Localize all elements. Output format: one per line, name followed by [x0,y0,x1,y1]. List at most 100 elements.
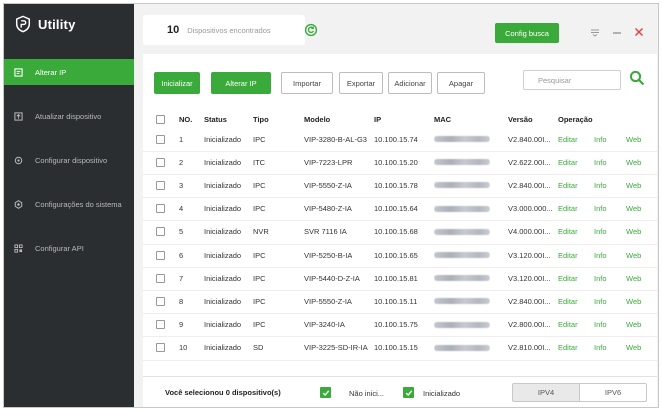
edit-link[interactable]: Editar [558,244,578,266]
table-row[interactable]: 6 Inicializado IPC VIP-5250-B-IA 10.100.15.6… [143,244,657,266]
sidebar-item-configurar-api[interactable]: Configurar API [4,235,134,261]
sidebar-item-configuracoes-do-sistema[interactable]: Configurações do sistema [4,191,134,217]
info-link[interactable]: Info [594,221,607,243]
app-logo: Utility [14,12,76,36]
sidebar-item-alterar-ip[interactable]: Alterar IP [4,59,134,85]
row-checkbox[interactable] [156,267,165,289]
info-link[interactable]: Info [594,128,607,150]
row-checkbox[interactable] [156,198,165,220]
cell-mac-redacted [434,151,490,173]
config-search-button[interactable]: Config busca [495,23,559,43]
cell-no: 8 [179,296,184,306]
cell-ip: 10.100.15.11 [374,296,418,306]
info-link[interactable]: Info [594,267,607,289]
close-icon[interactable] [632,25,646,39]
cell-status: Inicializado [204,343,242,353]
row-checkbox[interactable] [156,128,165,150]
row-checkbox[interactable] [156,314,165,336]
change-ip-button[interactable]: Alterar IP [211,72,271,94]
info-link[interactable]: Info [594,151,607,173]
row-checkbox[interactable] [156,244,165,266]
row-checkbox[interactable] [156,337,165,359]
export-button[interactable]: Exportar [339,72,383,94]
cell-mac-redacted [434,337,490,359]
row-checkbox[interactable] [156,221,165,243]
search-input[interactable]: Pesquisar [523,70,621,90]
refresh-icon[interactable] [304,23,318,37]
web-link[interactable]: Web [626,198,641,220]
edit-link[interactable]: Editar [558,221,578,243]
table-row[interactable]: 9 Inicializado IPC VIP-3240-IA 10.100.15.75 V… [143,314,657,336]
sidebar: Utility Alterar IP Atualizar dispositivo [4,4,134,407]
web-link[interactable]: Web [626,337,641,359]
cell-version: V2.622.00I... [508,157,551,167]
cell-no: 3 [179,180,184,190]
web-link[interactable]: Web [626,267,641,289]
cell-ip: 10.100.15.65 [374,250,418,260]
edit-link[interactable]: Editar [558,198,578,220]
import-button[interactable]: Importar [281,72,333,94]
edit-link[interactable]: Editar [558,314,578,336]
cell-model: VIP-5550-Z-IA [304,180,352,190]
shield-logo-icon [15,15,31,33]
web-link[interactable]: Web [626,174,641,196]
edit-link[interactable]: Editar [558,267,578,289]
menu-icon[interactable] [588,25,602,39]
table-row[interactable]: 10 Inicializado SD VIP-3225-SD-IR-IA 10.100.… [143,337,657,359]
edit-link[interactable]: Editar [558,151,578,173]
web-link[interactable]: Web [626,314,641,336]
filter-initialized-checkbox[interactable] [403,387,414,398]
row-checkbox[interactable] [156,151,165,173]
row-checkbox[interactable] [156,290,165,312]
cell-type: IPC [253,320,266,330]
sidebar-item-configurar-dispositivo[interactable]: Configurar dispositivo [4,147,134,173]
info-link[interactable]: Info [594,337,607,359]
info-link[interactable]: Info [594,244,607,266]
column-type: Tipo [253,114,269,124]
ipv6-toggle[interactable]: IPV6 [579,383,647,402]
cell-model: VIP-5480-Z-IA [304,204,352,214]
initialize-button[interactable]: Inicializar [154,72,200,94]
filter-initialized-label: Inicializado [423,389,461,398]
web-link[interactable]: Web [626,290,641,312]
table-row[interactable]: 3 Inicializado IPC VIP-5550-Z-IA 10.100.15.7… [143,174,657,196]
cell-version: V3.120.00I... [508,273,551,283]
sidebar-item-atualizar-dispositivo[interactable]: Atualizar dispositivo [4,103,134,129]
minimize-icon[interactable] [610,25,624,39]
app-window: Utility Alterar IP Atualizar dispositivo [3,3,659,408]
edit-link[interactable]: Editar [558,337,578,359]
table-row[interactable]: 1 Inicializado IPC VIP-3280-B-AL-G3 10.100.1… [143,128,657,150]
edit-link[interactable]: Editar [558,128,578,150]
filter-not-initialized-checkbox[interactable] [320,387,331,398]
table-row[interactable]: 7 Inicializado IPC VIP-5440-D-Z-IA 10.100.15… [143,267,657,289]
edit-link[interactable]: Editar [558,290,578,312]
device-count-label: Dispositivos encontrados [187,25,271,35]
column-status: Status [204,114,227,124]
add-button[interactable]: Adicionar [388,72,432,94]
table-row[interactable]: 5 Inicializado NVR SVR 7116 IA 10.100.15.68 V… [143,221,657,243]
web-link[interactable]: Web [626,244,641,266]
edit-link[interactable]: Editar [558,174,578,196]
search-icon[interactable] [629,70,645,86]
info-link[interactable]: Info [594,174,607,196]
cell-ip: 10.100.15.81 [374,273,418,283]
footer-bar: Você selecionou 0 dispositivo(s) Não ini… [143,376,657,407]
table-row[interactable]: 8 Inicializado IPC VIP-5550-Z-IA 10.100.15.1… [143,290,657,312]
cell-version: V2.840.00I... [508,296,551,306]
cell-version: V2.840.00I... [508,134,551,144]
info-link[interactable]: Info [594,314,607,336]
table-row[interactable]: 2 Inicializado ITC VIP-7223-LPR 10.100.15.20… [143,151,657,173]
table-row[interactable]: 4 Inicializado IPC VIP-5480-Z-IA 10.100.15.6… [143,198,657,220]
delete-button[interactable]: Apagar [437,72,485,94]
filter-not-initialized-label: Não inici... [349,389,385,398]
ipv4-toggle[interactable]: IPV4 [512,383,580,402]
info-link[interactable]: Info [594,290,607,312]
cell-ip: 10.100.15.68 [374,227,418,237]
web-link[interactable]: Web [626,128,641,150]
row-checkbox[interactable] [156,174,165,196]
select-all-checkbox[interactable] [156,110,165,128]
info-link[interactable]: Info [594,198,607,220]
web-link[interactable]: Web [626,221,641,243]
web-link[interactable]: Web [626,151,641,173]
cell-no: 6 [179,250,184,260]
